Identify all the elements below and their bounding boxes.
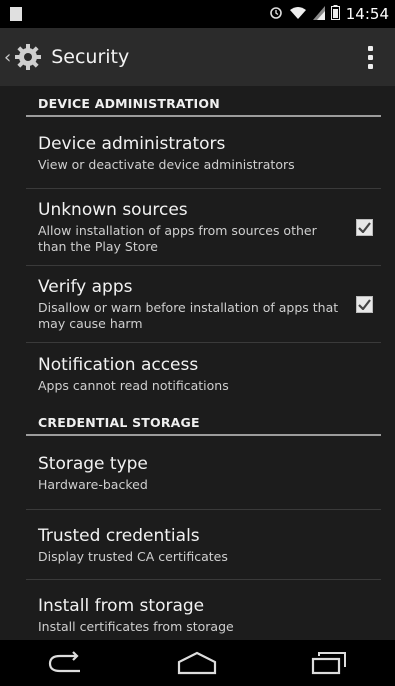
back-icon (48, 651, 80, 673)
item-subtitle: Install certificates from storage (38, 618, 234, 634)
page-title: Security (51, 46, 130, 68)
status-bar: 14:54 (0, 0, 395, 28)
list-item-unknown-sources[interactable]: Unknown sources Allow installation of ap… (26, 189, 381, 266)
item-title: Device administrators (38, 133, 226, 154)
settings-list[interactable]: DEVICE ADMINISTRATION Device administrat… (0, 86, 395, 640)
notification-icon (10, 7, 22, 21)
battery-icon (330, 4, 340, 24)
item-title: Verify apps (38, 277, 133, 297)
status-time: 14:54 (345, 5, 389, 23)
action-bar: ‹ Security (0, 28, 395, 86)
item-subtitle: Hardware-backed (38, 476, 148, 492)
item-subtitle: Allow installation of apps from sources … (38, 223, 317, 254)
settings-gear-icon[interactable] (13, 42, 43, 72)
section-header-credential-storage: CREDENTIAL STORAGE (26, 405, 381, 436)
list-item-notification-access[interactable]: Notification access Apps cannot read not… (26, 343, 381, 405)
alarm-icon (269, 5, 283, 24)
navigation-bar (0, 640, 395, 686)
list-item-storage-type[interactable]: Storage type Hardware-backed (26, 436, 381, 510)
list-item-verify-apps[interactable]: Verify apps Disallow or warn before inst… (26, 266, 381, 343)
signal-icon (312, 5, 325, 24)
section-header-device-administration: DEVICE ADMINISTRATION (26, 86, 381, 117)
item-title: Storage type (38, 453, 148, 474)
checkmark-icon (358, 298, 371, 310)
checkmark-icon (358, 221, 371, 233)
recents-button[interactable] (294, 643, 364, 683)
home-button[interactable] (162, 643, 232, 683)
item-title: Unknown sources (38, 200, 188, 220)
item-subtitle: Apps cannot read notifications (38, 378, 229, 393)
unknown-sources-checkbox[interactable] (356, 218, 373, 236)
list-item-device-administrators[interactable]: Device administrators View or deactivate… (26, 117, 381, 189)
recents-icon (312, 652, 347, 675)
overflow-menu-icon[interactable] (355, 37, 385, 77)
wifi-icon (289, 5, 307, 24)
verify-apps-checkbox[interactable] (356, 295, 373, 313)
item-subtitle: Display trusted CA certificates (38, 548, 228, 564)
back-button[interactable] (31, 643, 101, 683)
item-subtitle: View or deactivate device administrators (38, 156, 295, 172)
item-title: Notification access (38, 355, 199, 375)
up-caret-icon[interactable]: ‹ (4, 47, 11, 68)
status-icons: 14:54 (269, 4, 389, 24)
item-subtitle: Disallow or warn before installation of … (38, 300, 339, 331)
item-title: Trusted credentials (38, 525, 200, 546)
item-title: Install from storage (38, 595, 205, 616)
home-icon (178, 651, 217, 675)
list-item-install-from-storage[interactable]: Install from storage Install certificate… (26, 580, 381, 640)
list-item-trusted-credentials[interactable]: Trusted credentials Display trusted CA c… (26, 510, 381, 580)
